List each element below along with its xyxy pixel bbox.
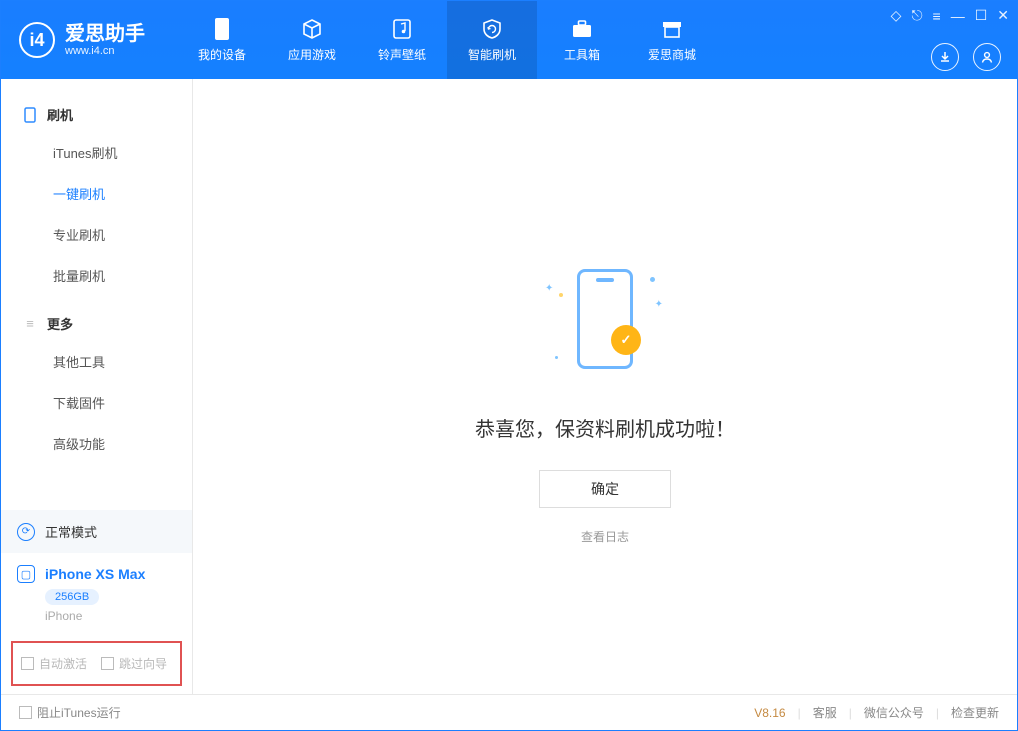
phone-icon: ▢ xyxy=(17,565,35,583)
top-nav: 我的设备 应用游戏 铃声壁纸 智能刷机 工具箱 爱思商城 xyxy=(177,1,717,79)
header-actions xyxy=(931,43,1001,71)
sidebar-section-more: ≡ 更多 xyxy=(1,306,192,341)
nav-smart-flash[interactable]: 智能刷机 xyxy=(447,1,537,79)
sidebar: 刷机 iTunes刷机 一键刷机 专业刷机 批量刷机 ≡ 更多 其他工具 下载固… xyxy=(1,79,193,694)
close-button[interactable]: ✕ xyxy=(997,7,1009,24)
sidebar-item-batch-flash[interactable]: 批量刷机 xyxy=(1,255,192,296)
shop-icon xyxy=(661,18,683,40)
nav-label: 工具箱 xyxy=(564,46,600,63)
checkbox-label: 自动激活 xyxy=(39,655,87,672)
support-link[interactable]: 客服 xyxy=(813,704,837,721)
nav-store[interactable]: 爱思商城 xyxy=(627,1,717,79)
music-note-icon xyxy=(391,18,413,40)
sidebar-item-other-tools[interactable]: 其他工具 xyxy=(1,341,192,382)
sidebar-item-advanced[interactable]: 高级功能 xyxy=(1,423,192,464)
checkbox-skip-guide[interactable]: 跳过向导 xyxy=(101,655,167,672)
toolbox-icon xyxy=(571,18,593,40)
phone-icon xyxy=(23,108,37,122)
nav-label: 智能刷机 xyxy=(468,46,516,63)
checkbox-auto-activate[interactable]: 自动激活 xyxy=(21,655,87,672)
success-message: 恭喜您，保资料刷机成功啦！ xyxy=(475,413,735,442)
sidebar-item-oneclick-flash[interactable]: 一键刷机 xyxy=(1,173,192,214)
logo-icon: i4 xyxy=(19,22,55,58)
checkbox-label: 阻止iTunes运行 xyxy=(37,704,121,721)
nav-label: 铃声壁纸 xyxy=(378,46,426,63)
nav-my-device[interactable]: 我的设备 xyxy=(177,1,267,79)
titlebar-controls: ◇ ⎋ ≡ — ☐ ✕ xyxy=(891,7,1009,24)
download-button[interactable] xyxy=(931,43,959,71)
confirm-button[interactable]: 确定 xyxy=(539,470,671,508)
footer: 阻止iTunes运行 V8.16 | 客服 | 微信公众号 | 检查更新 xyxy=(1,694,1017,730)
sidebar-list: 刷机 iTunes刷机 一键刷机 专业刷机 批量刷机 ≡ 更多 其他工具 下载固… xyxy=(1,79,192,510)
result-panel: ✓ ✦✦ 恭喜您，保资料刷机成功啦！ 确定 查看日志 xyxy=(475,259,735,545)
checkbox-icon xyxy=(19,706,32,719)
checkbox-icon xyxy=(101,657,114,670)
nav-apps-games[interactable]: 应用游戏 xyxy=(267,1,357,79)
shield-refresh-icon xyxy=(481,18,503,40)
sidebar-item-pro-flash[interactable]: 专业刷机 xyxy=(1,214,192,255)
mode-icon: ⟳ xyxy=(17,523,35,541)
body: 刷机 iTunes刷机 一键刷机 专业刷机 批量刷机 ≡ 更多 其他工具 下载固… xyxy=(1,79,1017,694)
checkbox-label: 跳过向导 xyxy=(119,655,167,672)
device-card[interactable]: ▢ iPhone XS Max 256GB iPhone xyxy=(1,553,192,633)
user-button[interactable] xyxy=(973,43,1001,71)
menu-icon[interactable]: ≡ xyxy=(933,8,941,24)
section-title: 更多 xyxy=(47,314,73,333)
device-capacity: 256GB xyxy=(45,589,99,605)
flash-options-highlight: 自动激活 跳过向导 xyxy=(11,641,182,686)
version-text: V8.16 xyxy=(754,706,785,720)
app-logo: i4 爱思助手 www.i4.cn xyxy=(1,1,163,79)
maximize-button[interactable]: ☐ xyxy=(975,7,988,24)
wechat-link[interactable]: 微信公众号 xyxy=(864,704,924,721)
app-title: 爱思助手 xyxy=(65,23,145,45)
main-content: ✓ ✦✦ 恭喜您，保资料刷机成功啦！ 确定 查看日志 xyxy=(193,79,1017,694)
nav-label: 我的设备 xyxy=(198,46,246,63)
app-window: i4 爱思助手 www.i4.cn 我的设备 应用游戏 铃声壁纸 智能刷机 xyxy=(0,0,1018,731)
header: i4 爱思助手 www.i4.cn 我的设备 应用游戏 铃声壁纸 智能刷机 xyxy=(1,1,1017,79)
tshirt-icon[interactable]: ◇ xyxy=(891,7,902,24)
lock-icon[interactable]: ⎋ xyxy=(911,7,922,24)
checkbox-block-itunes[interactable]: 阻止iTunes运行 xyxy=(19,704,121,721)
success-illustration: ✓ ✦✦ xyxy=(545,259,665,379)
nav-label: 爱思商城 xyxy=(648,46,696,63)
section-title: 刷机 xyxy=(47,105,73,124)
device-icon xyxy=(211,18,233,40)
nav-toolbox[interactable]: 工具箱 xyxy=(537,1,627,79)
device-mode-status[interactable]: ⟳ 正常模式 xyxy=(1,510,192,553)
check-update-link[interactable]: 检查更新 xyxy=(951,704,999,721)
sidebar-section-flash: 刷机 xyxy=(1,97,192,132)
device-type: iPhone xyxy=(45,609,176,623)
mode-text: 正常模式 xyxy=(45,522,97,541)
checkbox-icon xyxy=(21,657,34,670)
nav-ringtones-wallpapers[interactable]: 铃声壁纸 xyxy=(357,1,447,79)
checkmark-badge-icon: ✓ xyxy=(611,325,641,355)
sidebar-item-itunes-flash[interactable]: iTunes刷机 xyxy=(1,132,192,173)
sidebar-item-download-firmware[interactable]: 下载固件 xyxy=(1,382,192,423)
nav-label: 应用游戏 xyxy=(288,46,336,63)
device-name: iPhone XS Max xyxy=(45,566,145,582)
app-subtitle: www.i4.cn xyxy=(65,45,145,57)
view-log-link[interactable]: 查看日志 xyxy=(581,528,629,545)
minimize-button[interactable]: — xyxy=(951,8,965,24)
cube-icon xyxy=(301,18,323,40)
list-icon: ≡ xyxy=(23,317,37,331)
